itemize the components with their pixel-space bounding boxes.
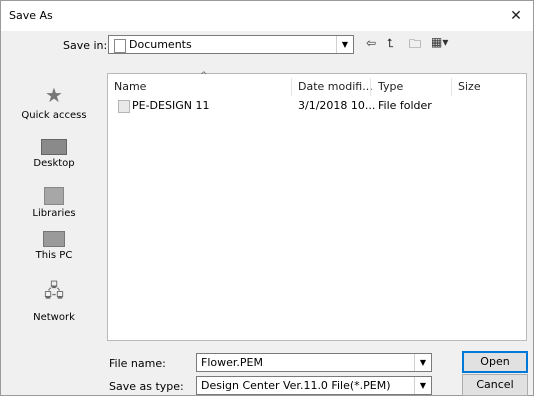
- close-button[interactable]: ✕: [499, 1, 533, 31]
- desktop-icon: [41, 139, 67, 155]
- file-name-cell: PE-DESIGN 11: [132, 99, 210, 112]
- file-name-field[interactable]: Flower.PEM ▼: [196, 353, 432, 372]
- save-in-value: Documents: [129, 38, 192, 51]
- column-header-size[interactable]: Size: [458, 80, 481, 93]
- back-arrow-icon[interactable]: ⇦: [366, 36, 376, 50]
- new-folder-icon[interactable]: 🗀: [409, 35, 421, 56]
- sidebar-item-label: Desktop: [33, 158, 75, 169]
- libraries-icon: [44, 187, 64, 205]
- star-icon: ★: [45, 83, 63, 107]
- sidebar-item-quick-access[interactable]: ★ Quick access: [16, 83, 92, 121]
- table-row[interactable]: PE-DESIGN 11 3/1/2018 10... File folder: [108, 94, 526, 114]
- sidebar-item-label: Libraries: [32, 208, 76, 219]
- sidebar-item-label: Network: [33, 312, 75, 323]
- window-title: Save As: [9, 9, 53, 22]
- sidebar-item-desktop[interactable]: Desktop: [16, 139, 92, 169]
- sidebar-item-libraries[interactable]: Libraries: [16, 187, 92, 219]
- chevron-down-icon: ▼: [414, 377, 431, 394]
- sidebar-item-this-pc[interactable]: This PC: [16, 231, 92, 261]
- save-as-type-value: Design Center Ver.11.0 File(*.PEM): [201, 379, 391, 392]
- folder-icon: [118, 100, 130, 113]
- sidebar-item-label: Quick access: [21, 110, 87, 121]
- up-folder-icon[interactable]: ⮤: [387, 36, 394, 51]
- sort-indicator-icon: ^: [200, 71, 208, 81]
- file-type-cell: File folder: [378, 99, 432, 112]
- file-date-cell: 3/1/2018 10...: [298, 99, 376, 112]
- file-list[interactable]: ^ Name Date modifi... Type Size PE-DESIG…: [107, 71, 527, 341]
- column-header-type[interactable]: Type: [378, 80, 403, 93]
- file-name-label: File name:: [109, 357, 166, 370]
- save-as-dialog: Save As ✕ Save in: Documents ▼ ⇦ ⮤ 🗀 ▦▾ …: [0, 0, 534, 396]
- chevron-down-icon: ▼: [336, 36, 353, 53]
- folder-icon: [114, 39, 126, 53]
- save-as-type-label: Save as type:: [109, 380, 184, 393]
- sidebar-item-network[interactable]: 🖧 Network: [16, 279, 92, 323]
- network-icon: 🖧: [43, 281, 65, 302]
- file-name-value: Flower.PEM: [201, 356, 263, 369]
- chevron-down-icon[interactable]: ▼: [414, 354, 431, 371]
- save-in-dropdown[interactable]: Documents ▼: [108, 35, 354, 54]
- computer-icon: [43, 231, 65, 247]
- places-bar: ★ Quick access Desktop Libraries This PC…: [16, 73, 92, 341]
- save-in-label: Save in:: [63, 39, 108, 52]
- title-bar: Save As ✕: [1, 1, 533, 31]
- cancel-button[interactable]: Cancel: [462, 374, 528, 396]
- view-menu-icon[interactable]: ▦▾: [431, 35, 448, 49]
- column-header-date[interactable]: Date modifi...: [298, 80, 373, 93]
- save-as-type-dropdown[interactable]: Design Center Ver.11.0 File(*.PEM) ▼: [196, 376, 432, 395]
- column-header-name[interactable]: Name: [114, 80, 146, 93]
- sidebar-item-label: This PC: [35, 250, 73, 261]
- open-button[interactable]: Open: [462, 351, 528, 373]
